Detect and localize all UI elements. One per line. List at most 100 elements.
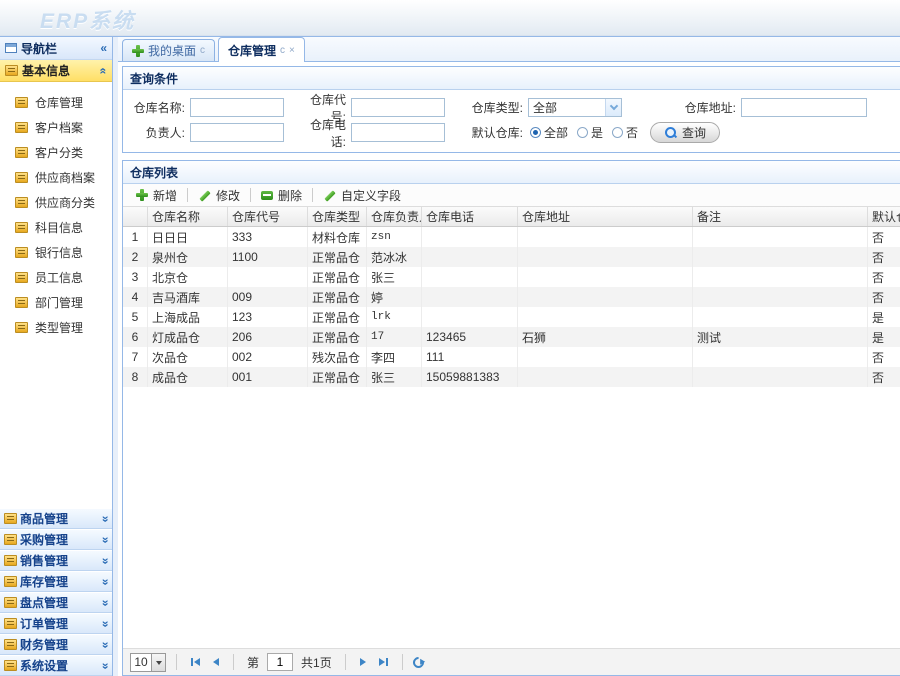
column-header[interactable]: 仓库地址 xyxy=(518,207,693,226)
tab-close-icon[interactable]: × xyxy=(289,45,295,56)
sidebar-section-header[interactable]: 系统设置« xyxy=(0,655,112,676)
warehouse-address-label: 仓库地址: xyxy=(674,99,736,116)
table-cell: 正常品仓 xyxy=(308,367,367,387)
folder-icon xyxy=(5,65,18,76)
tab-refresh-icon[interactable]: c xyxy=(200,45,205,56)
table-cell xyxy=(518,307,693,327)
tab-content: 查询条件 仓库名称: 仓库代号: 仓库类型: 全部 仓库地址: xyxy=(118,62,900,676)
table-row[interactable]: 5上海成品123正常品仓lrk是 xyxy=(123,307,900,327)
table-row[interactable]: 4吉马酒库009正常品仓婷否 xyxy=(123,287,900,307)
sidebar-menu-item[interactable]: 科目信息 xyxy=(0,215,112,240)
sidebar-menu-item[interactable]: 供应商分类 xyxy=(0,190,112,215)
column-header[interactable]: 仓库名称 xyxy=(148,207,228,226)
table-row[interactable]: 7次品仓002残次品仓李四111否 xyxy=(123,347,900,367)
sidebar-section-header[interactable]: 销售管理« xyxy=(0,550,112,571)
table-cell: 吉马酒库 xyxy=(148,287,228,307)
sidebar-menu-item[interactable]: 客户档案 xyxy=(0,115,112,140)
table-cell xyxy=(693,287,868,307)
query-form: 仓库名称: 仓库代号: 仓库类型: 全部 仓库地址: 负责人: xyxy=(123,90,900,152)
divider xyxy=(312,188,313,202)
warehouse-list-panel: 仓库列表 新增修改删除自定义字段 仓库名称仓库代号仓库类型仓库负责人仓库电话仓库… xyxy=(122,160,900,676)
warehouse-code-input[interactable] xyxy=(351,98,445,117)
sidebar-menu-item[interactable]: 供应商档案 xyxy=(0,165,112,190)
row-number-column-header xyxy=(123,207,148,226)
sidebar-menu-item[interactable]: 仓库管理 xyxy=(0,90,112,115)
sidebar-section-header[interactable]: 库存管理« xyxy=(0,571,112,592)
warehouse-phone-input[interactable] xyxy=(351,123,445,142)
sidebar-menu-item[interactable]: 客户分类 xyxy=(0,140,112,165)
warehouse-address-input[interactable] xyxy=(741,98,867,117)
manager-input[interactable] xyxy=(190,123,284,142)
warehouse-name-input[interactable] xyxy=(190,98,284,117)
table-cell: 次品仓 xyxy=(148,347,228,367)
toolbar-button[interactable]: 删除 xyxy=(253,185,310,205)
query-panel-header: 查询条件 xyxy=(123,67,900,90)
tab-warehouse-management[interactable]: 仓库管理 c × xyxy=(218,37,305,62)
last-page-button[interactable] xyxy=(375,658,392,666)
table-cell: 张三 xyxy=(367,367,422,387)
column-header[interactable]: 仓库代号 xyxy=(228,207,308,226)
sidebar-menu-item[interactable]: 类型管理 xyxy=(0,315,112,340)
plus-icon xyxy=(132,45,144,57)
list-panel-title: 仓库列表 xyxy=(130,164,178,181)
combo-arrow-area[interactable] xyxy=(605,99,621,116)
tab-refresh-icon[interactable]: c xyxy=(280,45,285,56)
radio-option-yes[interactable]: 是 xyxy=(577,124,603,141)
table-cell xyxy=(693,227,868,247)
accordion-section-basic-info[interactable]: 基本信息 « xyxy=(0,60,112,82)
refresh-icon[interactable] xyxy=(410,654,426,670)
table-cell xyxy=(693,367,868,387)
radio-option-all[interactable]: 全部 xyxy=(530,124,568,141)
toolbar-button[interactable]: 修改 xyxy=(190,185,248,205)
sidebar-menu-item[interactable]: 员工信息 xyxy=(0,265,112,290)
page-number-input[interactable] xyxy=(267,653,293,671)
page-total-label: 共1页 xyxy=(301,654,332,671)
table-row[interactable]: 8成品仓001正常品仓张三15059881383否 xyxy=(123,367,900,387)
radio-option-no[interactable]: 否 xyxy=(612,124,638,141)
first-page-button[interactable] xyxy=(187,658,204,666)
sidebar-menu-item[interactable]: 银行信息 xyxy=(0,240,112,265)
first-page-icon xyxy=(194,658,200,666)
sidebar-section-header[interactable]: 商品管理« xyxy=(0,508,112,529)
sidebar-item-label: 类型管理 xyxy=(35,319,83,336)
sidebar-section-header[interactable]: 盘点管理« xyxy=(0,592,112,613)
sidebar-section-header[interactable]: 采购管理« xyxy=(0,529,112,550)
radio-icon xyxy=(612,127,623,138)
table-cell: 残次品仓 xyxy=(308,347,367,367)
column-header[interactable]: 备注 xyxy=(693,207,868,226)
warehouse-type-select[interactable]: 全部 xyxy=(528,98,622,117)
divider xyxy=(250,188,251,202)
column-header[interactable]: 默认仓库 xyxy=(868,207,900,226)
search-button[interactable]: 查询 xyxy=(650,122,720,143)
table-row[interactable]: 3北京仓正常品仓张三否 xyxy=(123,267,900,287)
row-number-cell: 6 xyxy=(123,327,148,347)
pencil-icon xyxy=(198,189,211,202)
tab-my-desktop[interactable]: 我的桌面 c xyxy=(122,39,215,61)
toolbar-button[interactable]: 新增 xyxy=(128,185,185,205)
divider xyxy=(345,654,346,670)
main-layout: 导航栏 « 基本信息 « 仓库管理客户档案客户分类供应商档案供应商分类科目信息银… xyxy=(0,36,900,676)
collapse-sidebar-icon[interactable]: « xyxy=(100,43,107,53)
table-row[interactable]: 2泉州仓1100正常品仓范冰冰否 xyxy=(123,247,900,267)
radio-icon xyxy=(577,127,588,138)
toolbar-button[interactable]: 自定义字段 xyxy=(315,185,409,205)
column-header[interactable]: 仓库类型 xyxy=(308,207,367,226)
sidebar-section-header[interactable]: 财务管理« xyxy=(0,634,112,655)
minus-icon xyxy=(261,191,273,200)
row-number-cell: 5 xyxy=(123,307,148,327)
page-size-select[interactable]: 10 xyxy=(130,653,166,672)
main-region: 我的桌面 c 仓库管理 c × 查询条件 仓库名称: 仓库代号: xyxy=(118,36,900,676)
column-header[interactable]: 仓库负责人 xyxy=(367,207,422,226)
chevron-down-icon: « xyxy=(100,536,110,543)
grid-body: 1日日日333材料仓库zsn否2泉州仓1100正常品仓范冰冰否3北京仓正常品仓张… xyxy=(123,227,900,648)
table-row[interactable]: 6灯成品仓206正常品仓17123465石狮测试是 xyxy=(123,327,900,347)
sidebar-section-header[interactable]: 订单管理« xyxy=(0,613,112,634)
next-page-button[interactable] xyxy=(356,658,370,666)
table-row[interactable]: 1日日日333材料仓库zsn否 xyxy=(123,227,900,247)
prev-page-button[interactable] xyxy=(209,658,223,666)
table-cell xyxy=(518,227,693,247)
radio-label: 否 xyxy=(626,124,638,141)
table-cell: 正常品仓 xyxy=(308,307,367,327)
column-header[interactable]: 仓库电话 xyxy=(422,207,518,226)
sidebar-menu-item[interactable]: 部门管理 xyxy=(0,290,112,315)
